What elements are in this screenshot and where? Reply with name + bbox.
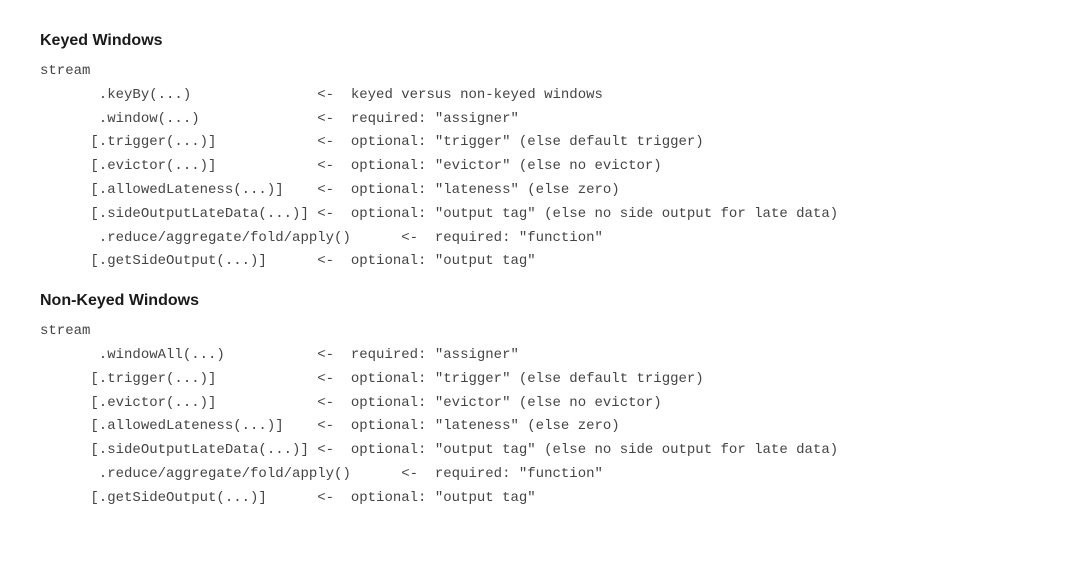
non-keyed-windows-code-block: stream .windowAll(...) <- required: "ass… xyxy=(40,320,1047,510)
non-keyed-windows-heading: Non-Keyed Windows xyxy=(40,292,1047,310)
keyed-windows-code-block: stream .keyBy(...) <- keyed versus non-k… xyxy=(40,60,1047,274)
keyed-windows-heading: Keyed Windows xyxy=(40,32,1047,50)
